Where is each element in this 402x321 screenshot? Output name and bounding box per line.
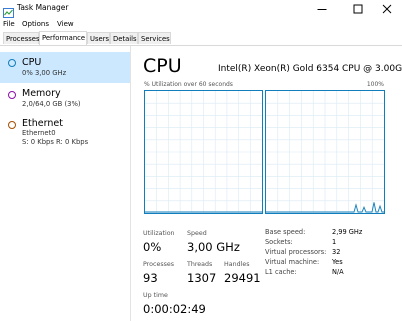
speed-label: Speed [187,230,207,237]
title-bar[interactable]: Task Manager [0,0,402,18]
info-row-virtual-machine: Virtual machine: Yes [265,258,385,268]
resource-name: Memory [22,88,61,99]
resource-detail: 0% 3,00 GHz [22,69,67,77]
resource-name: CPU [22,57,42,68]
memory-indicator-icon [8,91,16,99]
minimize-button[interactable] [307,0,337,17]
ethernet-indicator-icon [8,121,16,129]
info-value: 32 [332,248,341,256]
tab-processes[interactable]: Processes [3,32,40,44]
resource-detail: 2,0/64,0 GB (3%) [22,100,81,108]
resource-cpu[interactable]: CPU 0% 3,00 GHz [0,52,130,83]
menu-file[interactable]: File [3,18,15,30]
resource-ethernet[interactable]: Ethernet Ethernet0 S: 0 Kbps R: 0 Kbps [0,114,130,152]
info-value: 2,99 GHz [332,228,363,236]
graph-caption: % Utilization over 60 seconds [144,81,233,88]
close-button[interactable] [372,0,402,17]
info-key: Virtual processors: [265,248,327,256]
info-value: N/A [332,268,344,276]
info-value: Yes [332,258,343,266]
menu-bar: File Options View [0,17,402,31]
resource-memory[interactable]: Memory 2,0/64,0 GB (3%) [0,84,130,112]
cpu-indicator-icon [8,59,16,67]
uptime-value: 0:00:02:49 [143,302,206,316]
info-row-virtual-processors: Virtual processors: 32 [265,248,385,258]
threads-value: 1307 [187,271,217,285]
resource-detail: Ethernet0 [22,129,56,137]
info-row-sockets: Sockets: 1 [265,238,385,248]
resource-detail-throughput: S: 0 Kbps R: 0 Kbps [22,138,89,146]
cpu-model: Intel(R) Xeon(R) Gold 6354 CPU @ 3.00GHz [218,64,402,74]
processes-value: 93 [143,271,158,285]
utilization-value: 0% [143,240,162,254]
speed-value: 3,00 GHz [187,240,240,254]
minimize-icon [317,8,327,10]
info-key: Virtual machine: [265,258,320,266]
page-title: CPU [143,55,182,77]
info-key: L1 cache: [265,268,297,276]
maximize-button[interactable] [343,0,373,17]
threads-label: Threads [187,261,213,268]
task-manager-icon [3,3,14,18]
tab-services[interactable]: Services [138,32,171,44]
tab-performance[interactable]: Performance [39,31,87,45]
info-key: Sockets: [265,238,293,246]
info-key: Base speed: [265,228,306,236]
tab-strip: Processes Performance Users Details Serv… [0,31,402,46]
cpu-graph-left [144,90,263,214]
resource-list: CPU 0% 3,00 GHz Memory 2,0/64,0 GB (3%) … [0,46,131,321]
info-row-base-speed: Base speed: 2,99 GHz [265,228,385,238]
cpu-graph-right [265,90,385,214]
window-title: Task Manager [17,3,69,12]
cpu-utilization-chart-1 [266,91,384,213]
uptime-label: Up time [143,292,168,299]
cpu-utilization-chart-0 [145,91,262,213]
info-value: 1 [332,238,337,246]
menu-options[interactable]: Options [22,18,49,30]
tab-users[interactable]: Users [87,32,110,44]
utilization-label: Utilization [143,230,175,237]
close-icon [382,4,392,13]
handles-value: 29491 [224,271,261,285]
handles-label: Handles [224,261,250,268]
tab-details[interactable]: Details [110,32,138,44]
info-row-l1-cache: L1 cache: N/A [265,268,385,278]
processes-label: Processes [143,261,175,268]
resource-name: Ethernet [22,118,63,129]
maximize-icon [353,4,363,13]
graph-max-label: 100% [366,81,384,88]
cpu-info-table: Base speed: 2,99 GHz Sockets: 1 Virtual … [265,228,385,278]
menu-view[interactable]: View [57,18,74,30]
